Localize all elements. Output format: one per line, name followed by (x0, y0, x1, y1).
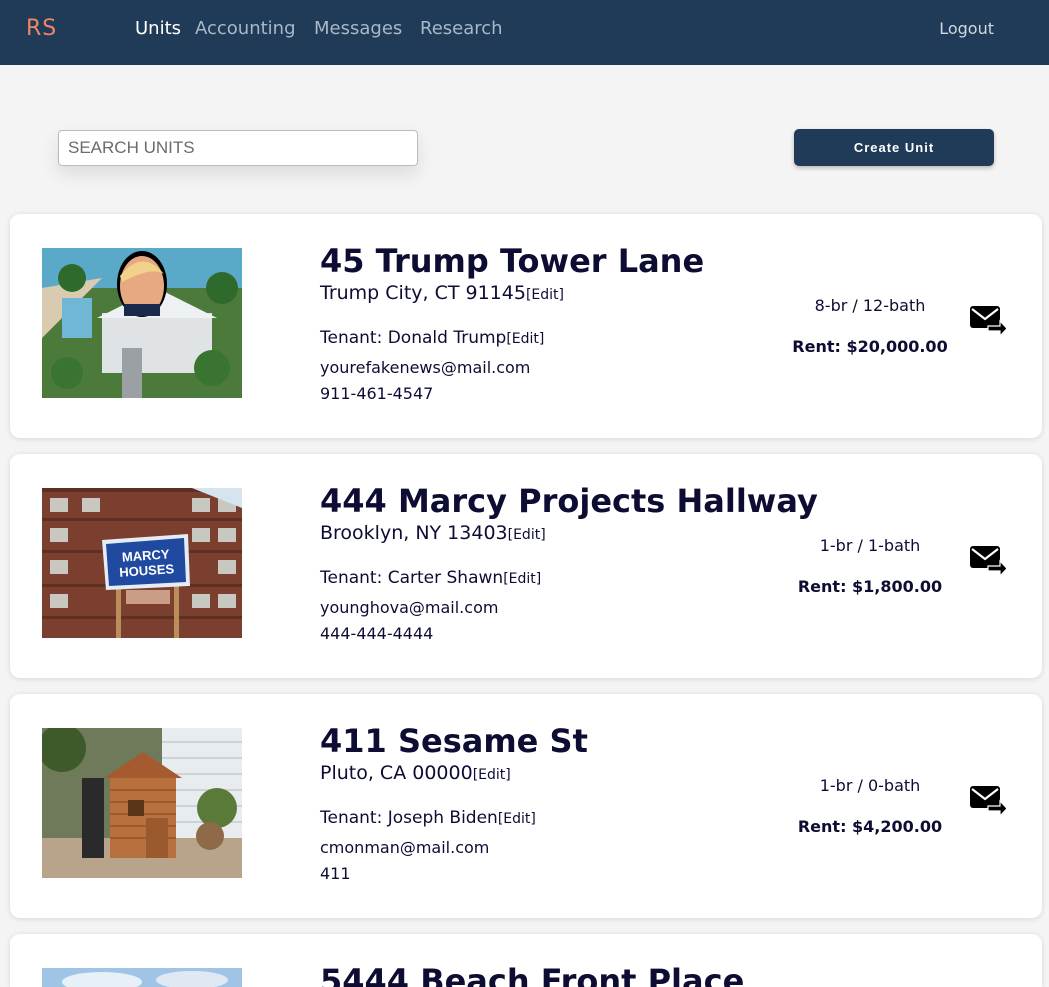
unit-address: 444 Marcy Projects Hallway (320, 482, 818, 520)
unit-address: 5444 Beach Front Place (320, 962, 745, 987)
unit-tenant: Tenant: Carter Shawn[Edit] (320, 568, 541, 588)
unit-city-text: Trump City, CT 91145 (320, 282, 526, 304)
mail-send-icon[interactable] (968, 304, 1008, 338)
nav-link-units[interactable]: Units (135, 18, 181, 39)
search-units-input[interactable] (58, 130, 418, 166)
unit-city: Pluto, CA 00000[Edit] (320, 762, 511, 784)
nav-link-accounting[interactable]: Accounting (195, 18, 296, 39)
tenant-name: Tenant: Donald Trump (320, 328, 507, 348)
edit-tenant-link[interactable]: [Edit] (498, 811, 536, 827)
unit-address: 411 Sesame St (320, 722, 588, 760)
logout-link[interactable]: Logout (939, 19, 994, 38)
unit-city-text: Brooklyn, NY 13403 (320, 522, 508, 544)
unit-tenant: Tenant: Donald Trump[Edit] (320, 328, 544, 348)
tenant-name: Tenant: Joseph Biden (320, 808, 498, 828)
unit-card: MARCY HOUSES 444 Marcy Projects Hallway … (10, 454, 1042, 678)
mail-send-icon[interactable] (968, 544, 1008, 578)
tenant-phone: 444-444-4444 (320, 624, 434, 643)
unit-city: Trump City, CT 91145[Edit] (320, 282, 564, 304)
unit-photo (42, 968, 242, 987)
unit-rent: Rent: $1,800.00 (797, 577, 943, 596)
tenant-email: cmonman@mail.com (320, 838, 490, 857)
edit-address-link[interactable]: [Edit] (508, 527, 546, 543)
tenant-phone: 411 (320, 864, 351, 883)
create-unit-button[interactable]: Create Unit (794, 129, 994, 166)
tenant-email: yourefakenews@mail.com (320, 358, 531, 377)
unit-rent: Rent: $20,000.00 (792, 337, 948, 356)
unit-rent: Rent: $4,200.00 (797, 817, 943, 836)
tenant-name: Tenant: Carter Shawn (320, 568, 504, 588)
unit-card: 5444 Beach Front Place (10, 934, 1042, 987)
unit-city-text: Pluto, CA 00000 (320, 762, 473, 784)
unit-photo: MARCY HOUSES (42, 488, 242, 638)
unit-address: 45 Trump Tower Lane (320, 242, 705, 280)
nav-link-messages[interactable]: Messages (314, 18, 402, 39)
tenant-email: younghova@mail.com (320, 598, 499, 617)
app-logo[interactable]: RS (26, 16, 57, 41)
unit-city: Brooklyn, NY 13403[Edit] (320, 522, 546, 544)
unit-beds-baths: 8-br / 12-bath (814, 296, 926, 315)
edit-address-link[interactable]: [Edit] (473, 767, 511, 783)
top-navbar: RS Units Accounting Messages Research Lo… (0, 0, 1049, 65)
unit-tenant: Tenant: Joseph Biden[Edit] (320, 808, 536, 828)
mail-send-icon[interactable] (968, 784, 1008, 818)
tenant-phone: 911-461-4547 (320, 384, 434, 403)
unit-photo (42, 728, 242, 878)
edit-tenant-link[interactable]: [Edit] (503, 571, 541, 587)
unit-card: 411 Sesame St Pluto, CA 00000[Edit] Tena… (10, 694, 1042, 918)
unit-beds-baths: 1-br / 1-bath (819, 536, 921, 555)
edit-address-link[interactable]: [Edit] (526, 287, 564, 303)
nav-link-research[interactable]: Research (420, 18, 503, 39)
unit-photo (42, 248, 242, 398)
unit-beds-baths: 1-br / 0-bath (819, 776, 921, 795)
edit-tenant-link[interactable]: [Edit] (506, 331, 544, 347)
unit-card: 45 Trump Tower Lane Trump City, CT 91145… (10, 214, 1042, 438)
